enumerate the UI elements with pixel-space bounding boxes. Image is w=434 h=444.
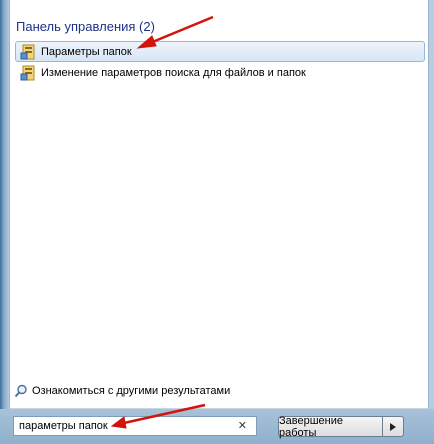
search-input[interactable] <box>14 418 234 434</box>
more-results-link[interactable]: Ознакомиться с другими результатами <box>14 384 230 398</box>
result-label: Параметры папок <box>41 45 132 58</box>
more-results-label: Ознакомиться с другими результатами <box>32 385 231 397</box>
shutdown-options-button[interactable] <box>382 416 404 437</box>
shutdown-button[interactable]: Завершение работы <box>278 414 383 439</box>
results-list: Параметры папок Изменение параметров пои… <box>15 41 425 83</box>
search-box[interactable]: ✕ <box>13 416 257 436</box>
start-menu-results-panel: Панель управления (2) Параметры папок Из… <box>9 0 429 409</box>
clear-search-icon[interactable]: ✕ <box>238 419 247 433</box>
result-item-folder-options[interactable]: Параметры папок <box>15 41 425 62</box>
folder-options-icon <box>20 44 35 59</box>
section-title[interactable]: Панель управления (2) <box>16 19 155 34</box>
result-label: Изменение параметров поиска для файлов и… <box>41 66 306 79</box>
magnifier-icon <box>14 384 27 398</box>
shutdown-label: Завершение работы <box>279 414 343 439</box>
folder-options-icon <box>20 65 35 80</box>
result-item-search-settings[interactable]: Изменение параметров поиска для файлов и… <box>15 62 425 83</box>
arrow-right-icon <box>390 422 396 431</box>
